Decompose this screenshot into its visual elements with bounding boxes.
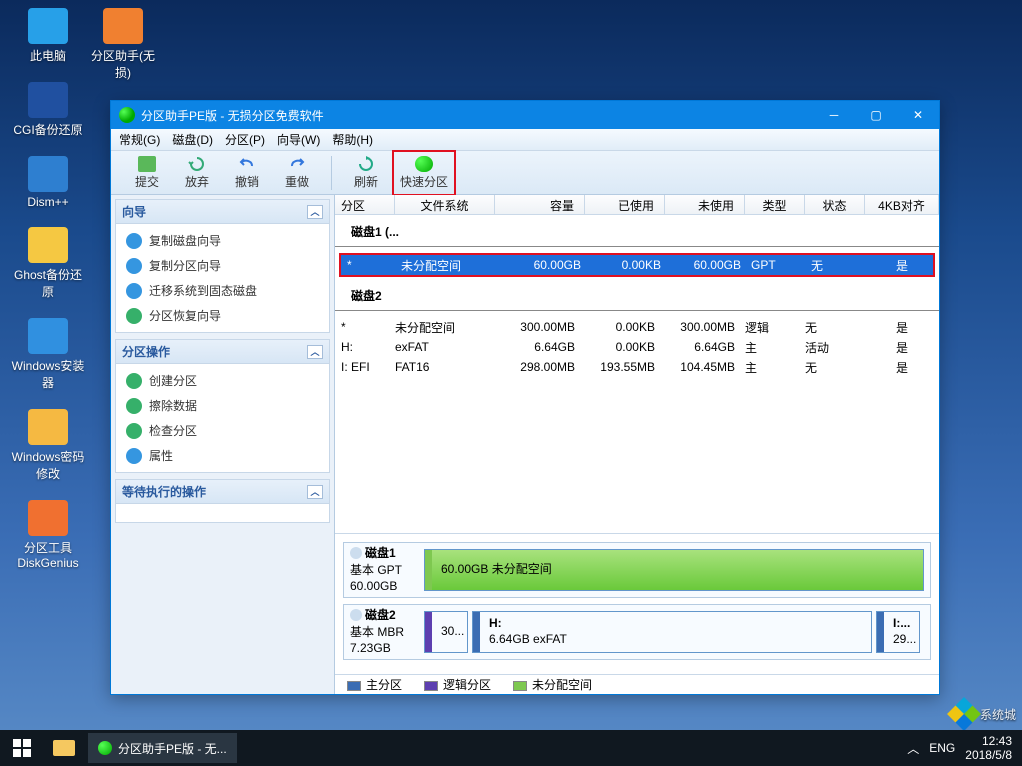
right-pane: 分区 文件系统 容量 已使用 未使用 类型 状态 4KB对齐 磁盘1 (... … <box>335 195 939 694</box>
menu-general[interactable]: 常规(G) <box>119 131 160 148</box>
maximize-button[interactable]: ▢ <box>855 101 897 129</box>
desktop-icon[interactable]: Windows安装器 <box>8 318 88 391</box>
clock[interactable]: 12:432018/5/8 <box>965 734 1012 763</box>
partition-row[interactable]: I: EFIFAT16298.00MB 193.55MB104.45MB主 无是 <box>335 357 939 377</box>
tray-up-icon[interactable]: ︿ <box>907 740 919 757</box>
quick-partition-highlight: 快速分区 <box>392 150 456 196</box>
wizard-panel: 向导 ︿ 复制磁盘向导复制分区向导迁移系统到固态磁盘分区恢复向导 <box>115 199 330 333</box>
legend: 主分区 逻辑分区 未分配空间 <box>335 674 939 694</box>
wizard-item[interactable]: 分区恢复向导 <box>118 303 327 328</box>
redo-button[interactable]: 重做 <box>273 153 321 193</box>
disk-map-entry: 磁盘2基本 MBR7.23GB 30...H:6.64GB exFATI:...… <box>343 604 931 660</box>
collapse-icon[interactable]: ︿ <box>307 345 323 359</box>
partop-item[interactable]: 检查分区 <box>118 418 327 443</box>
wizard-item[interactable]: 复制分区向导 <box>118 253 327 278</box>
desktop-icon[interactable]: Ghost备份还原 <box>8 227 88 300</box>
desktop-icon[interactable]: 分区助手(无损) <box>88 8 158 81</box>
menu-disk[interactable]: 磁盘(D) <box>172 131 213 148</box>
partop-item[interactable]: 擦除数据 <box>118 393 327 418</box>
partop-item[interactable]: 属性 <box>118 443 327 468</box>
desktop-icon[interactable]: Windows密码修改 <box>8 409 88 482</box>
watermark: 系统城 <box>952 702 1016 726</box>
partition-row[interactable]: *未分配空间60.00GB 0.00KB60.00GBGPT 无是 <box>341 255 933 275</box>
menu-wizard[interactable]: 向导(W) <box>277 131 320 148</box>
toolbar: 提交 放弃 撤销 重做 刷新 快速分区 <box>111 151 939 195</box>
partops-header: 分区操作 <box>122 343 170 360</box>
wizard-header: 向导 <box>122 203 146 220</box>
menu-partition[interactable]: 分区(P) <box>225 131 265 148</box>
taskbar-app[interactable]: 分区助手PE版 - 无... <box>88 733 237 763</box>
disk-segment[interactable]: 30... <box>424 611 468 653</box>
partition-row[interactable]: *未分配空间300.00MB 0.00KB300.00MB逻辑 无是 <box>335 317 939 337</box>
pending-header: 等待执行的操作 <box>122 483 206 500</box>
app-icon <box>119 107 135 123</box>
disk-map-entry: 磁盘1基本 GPT60.00GB 60.00GB 未分配空间 <box>343 542 931 598</box>
collapse-icon[interactable]: ︿ <box>307 205 323 219</box>
column-headers: 分区 文件系统 容量 已使用 未使用 类型 状态 4KB对齐 <box>335 195 939 215</box>
pending-panel: 等待执行的操作 ︿ <box>115 479 330 523</box>
file-explorer-button[interactable] <box>44 730 84 766</box>
taskbar: 分区助手PE版 - 无... ︿ ENG 12:432018/5/8 <box>0 730 1022 766</box>
start-button[interactable] <box>0 730 44 766</box>
quick-partition-button[interactable]: 快速分区 <box>395 153 453 193</box>
app-window: 分区助手PE版 - 无损分区免费软件 ─ ▢ ✕ 常规(G) 磁盘(D) 分区(… <box>110 100 940 695</box>
disk-header: 磁盘1 (... <box>335 215 939 243</box>
discard-button[interactable]: 放弃 <box>173 153 221 193</box>
selected-row-highlight: *未分配空间60.00GB 0.00KB60.00GBGPT 无是 <box>339 253 935 277</box>
disk-segment[interactable]: 60.00GB 未分配空间 <box>424 549 924 591</box>
menubar: 常规(G) 磁盘(D) 分区(P) 向导(W) 帮助(H) <box>111 129 939 151</box>
left-sidebar: 向导 ︿ 复制磁盘向导复制分区向导迁移系统到固态磁盘分区恢复向导 分区操作 ︿ 创建… <box>111 195 335 694</box>
commit-button[interactable]: 提交 <box>123 153 171 193</box>
wizard-item[interactable]: 迁移系统到固态磁盘 <box>118 278 327 303</box>
refresh-button[interactable]: 刷新 <box>342 153 390 193</box>
desktop-icon[interactable]: CGI备份还原 <box>8 82 88 138</box>
disk-segment[interactable]: I:...29... <box>876 611 920 653</box>
minimize-button[interactable]: ─ <box>813 101 855 129</box>
system-tray: ︿ ENG 12:432018/5/8 <box>907 734 1022 763</box>
desktop-icon[interactable]: 分区工具DiskGenius <box>8 500 88 570</box>
partop-item[interactable]: 创建分区 <box>118 368 327 393</box>
lang-indicator[interactable]: ENG <box>929 741 955 755</box>
titlebar[interactable]: 分区助手PE版 - 无损分区免费软件 ─ ▢ ✕ <box>111 101 939 129</box>
wizard-item[interactable]: 复制磁盘向导 <box>118 228 327 253</box>
disk-segment[interactable]: H:6.64GB exFAT <box>472 611 872 653</box>
disk-header: 磁盘2 <box>335 279 939 307</box>
collapse-icon[interactable]: ︿ <box>307 485 323 499</box>
window-title: 分区助手PE版 - 无损分区免费软件 <box>141 107 813 124</box>
disk-map: 磁盘1基本 GPT60.00GB 60.00GB 未分配空间 磁盘2基本 MBR… <box>335 533 939 674</box>
desktop-icon[interactable]: 此电脑 <box>8 8 88 64</box>
desktop-icon[interactable]: Dism++ <box>8 156 88 209</box>
close-button[interactable]: ✕ <box>897 101 939 129</box>
menu-help[interactable]: 帮助(H) <box>332 131 373 148</box>
partition-ops-panel: 分区操作 ︿ 创建分区擦除数据检查分区属性 <box>115 339 330 473</box>
partition-row[interactable]: H:exFAT6.64GB 0.00KB6.64GB主 活动是 <box>335 337 939 357</box>
undo-button[interactable]: 撤销 <box>223 153 271 193</box>
